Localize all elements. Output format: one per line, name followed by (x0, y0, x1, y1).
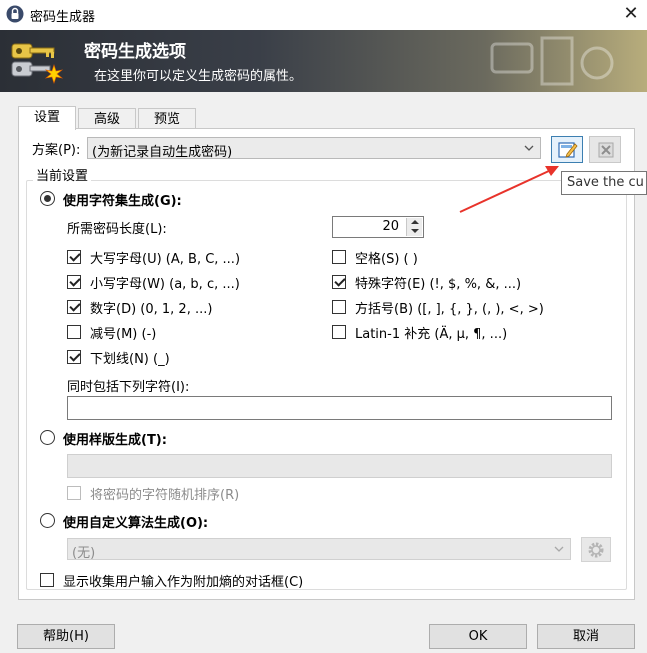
underscore-checkbox[interactable] (67, 350, 81, 364)
window-title: 密码生成器 (30, 10, 96, 25)
chevron-down-icon (554, 546, 564, 552)
stepper-down-icon[interactable] (406, 227, 422, 236)
charset-radio[interactable] (40, 191, 55, 206)
latin1-label: Latin-1 补充 (Ä, µ, ¶, ...) (355, 327, 508, 342)
length-label: 所需密码长度(L): (67, 222, 167, 237)
lowercase-checkbox[interactable] (67, 275, 81, 289)
tab-preview-label: 预览 (153, 112, 180, 127)
tab-advanced-label: 高级 (93, 112, 120, 127)
include-label: 同时包括下列字符(I): (67, 380, 190, 395)
length-value: 20 (382, 219, 399, 234)
uppercase-label: 大写字母(U) (A, B, C, ...) (90, 252, 241, 267)
edit-save-icon (558, 142, 578, 158)
gear-icon (588, 542, 604, 558)
banner-title: 密码生成选项 (84, 42, 186, 62)
profile-select[interactable]: (为新记录自动生成密码) (87, 137, 541, 160)
close-button[interactable]: ✕ (615, 0, 647, 30)
custom-radio-label: 使用自定义算法生成(O): (63, 516, 209, 531)
delete-icon (598, 142, 614, 158)
custom-radio[interactable] (40, 513, 55, 528)
special-checkbox[interactable] (332, 275, 346, 289)
shuffle-checkbox[interactable] (67, 486, 81, 500)
stepper-up-icon[interactable] (406, 218, 422, 227)
help-button[interactable]: 帮助(H) (17, 624, 115, 649)
ok-button[interactable]: OK (429, 624, 527, 649)
minus-checkbox[interactable] (67, 325, 81, 339)
chevron-down-icon (524, 145, 534, 151)
shuffle-label: 将密码的字符随机排序(R) (90, 488, 240, 503)
algorithm-options-button[interactable] (581, 537, 611, 562)
uppercase-checkbox[interactable] (67, 250, 81, 264)
profile-label: 方案(P): (32, 143, 81, 158)
cancel-button[interactable]: 取消 (537, 624, 635, 649)
current-settings-label: 当前设置 (33, 165, 92, 184)
include-input[interactable] (67, 396, 612, 420)
header-banner: 密码生成选项 在这里你可以定义生成密码的属性。 (0, 30, 647, 92)
lowercase-label: 小写字母(W) (a, b, c, ...) (90, 277, 240, 292)
minus-label: 减号(M) (-) (90, 327, 157, 342)
profile-select-value: (为新记录自动生成密码) (92, 145, 233, 160)
digits-label: 数字(D) (0, 1, 2, ...) (90, 302, 213, 317)
entropy-checkbox[interactable] (40, 573, 54, 587)
save-tooltip: Save the cu (561, 171, 647, 195)
tab-preview[interactable]: 预览 (138, 108, 196, 129)
latin1-checkbox[interactable] (332, 325, 346, 339)
delete-profile-button[interactable] (589, 136, 621, 163)
pattern-radio-label: 使用样版生成(T): (63, 433, 167, 448)
title-bar: 密码生成器 ✕ (0, 0, 647, 30)
brackets-label: 方括号(B) ([, ], {, }, (, ), <, >) (355, 302, 544, 317)
space-checkbox[interactable] (332, 250, 346, 264)
underscore-label: 下划线(N) (_) (90, 352, 170, 367)
lock-icon (6, 5, 24, 23)
charset-radio-label: 使用字符集生成(G): (63, 194, 182, 209)
tab-settings[interactable]: 设置 (18, 106, 76, 130)
digits-checkbox[interactable] (67, 300, 81, 314)
pattern-radio[interactable] (40, 430, 55, 445)
brackets-checkbox[interactable] (332, 300, 346, 314)
banner-decoration (490, 36, 614, 86)
special-label: 特殊字符(E) (!, $, %, &, ...) (355, 277, 522, 292)
banner-subtitle: 在这里你可以定义生成密码的属性。 (94, 69, 303, 84)
space-label: 空格(S) ( ) (355, 252, 418, 267)
custom-algorithm-select[interactable]: (无) (67, 538, 571, 561)
keys-icon (11, 43, 64, 84)
length-stepper[interactable]: 20 (332, 216, 424, 238)
tab-settings-label: 设置 (33, 110, 60, 125)
pattern-input[interactable] (67, 454, 612, 478)
custom-algorithm-value: (无) (72, 546, 96, 561)
entropy-label: 显示收集用户输入作为附加熵的对话框(C) (63, 575, 304, 590)
annotation-arrow (459, 166, 559, 213)
save-profile-button[interactable] (551, 136, 583, 163)
tab-advanced[interactable]: 高级 (78, 108, 136, 129)
